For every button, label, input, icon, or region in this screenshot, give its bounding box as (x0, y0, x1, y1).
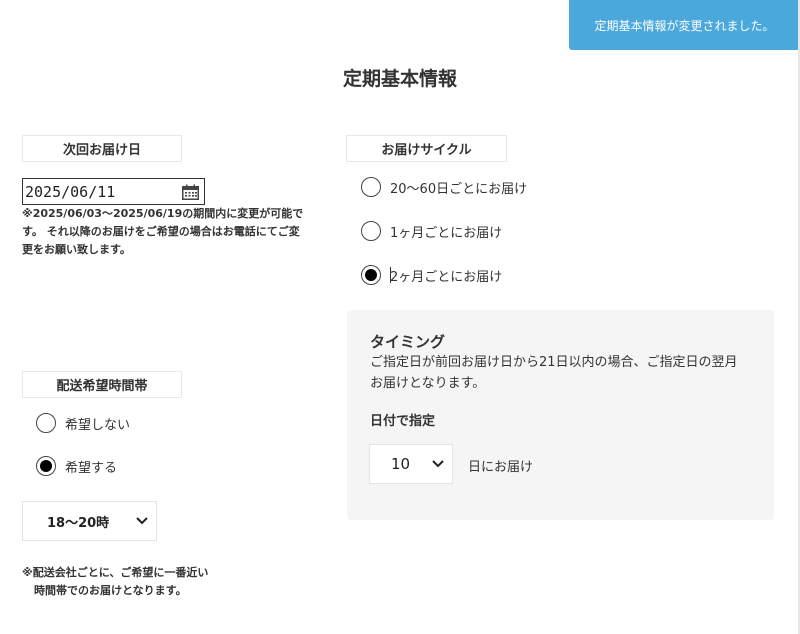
next-delivery-note: ※2025/06/03～2025/06/19の期間内に変更が可能で す。 それ以… (22, 205, 322, 259)
note-line: 時間帯でのお届けとなります。 (34, 584, 187, 597)
radio-circle[interactable] (361, 177, 381, 197)
radio-circle-selected[interactable] (361, 265, 381, 285)
chevron-down-icon (136, 517, 148, 525)
delivery-day-select[interactable]: 10 (369, 444, 453, 484)
time-option-desired[interactable]: 希望する (36, 456, 117, 476)
delivery-cycle-label-text: お届けサイクル (381, 143, 472, 158)
note-line: す。 それ以降のお届けをご希望の場合はお電話にてご変 (22, 225, 300, 238)
next-delivery-date-input[interactable]: 2025/06/11 (22, 178, 205, 205)
radio-circle-selected[interactable] (36, 456, 56, 476)
delivery-day-value: 10 (391, 455, 411, 473)
cycle-option-label: 2ヶ月ごとにお届け (390, 269, 503, 285)
note-line: ※2025/06/03～2025/06/19の期間内に変更が可能で (22, 207, 304, 220)
delivery-time-select[interactable]: 18～20時 (22, 501, 157, 541)
chevron-down-icon (432, 460, 444, 468)
day-suffix: 日にお届け (468, 460, 534, 475)
note-line: 更をお願い致します。 (22, 243, 131, 256)
cycle-option-1-month[interactable]: 1ヶ月ごとにお届け (361, 221, 502, 241)
delivery-time-note: ※配送会社ごとに、ご希望に一番近い 時間帯でのお届けとなります。 (22, 564, 262, 600)
page-root: 定期基本情報が変更されました。 定期基本情報 次回お届け日 2025/06/11… (0, 0, 800, 634)
radio-circle[interactable] (361, 221, 381, 241)
delivery-time-value: 18～20時 (47, 515, 110, 531)
toast-message: 定期基本情報が変更されました。 (594, 18, 775, 33)
calendar-icon[interactable] (182, 184, 199, 200)
timing-desc-line: お届けとなります。 (370, 376, 486, 391)
time-option-none[interactable]: 希望しない (36, 413, 130, 433)
text-cursor (390, 267, 391, 283)
cycle-option-2-months[interactable]: 2ヶ月ごとにお届け (361, 265, 502, 285)
note-line: ※配送会社ごとに、ご希望に一番近い (22, 566, 209, 579)
radio-circle[interactable] (36, 413, 56, 433)
next-delivery-label: 次回お届け日 (22, 135, 182, 162)
timing-desc-line: ご指定日が前回お届け日から21日以内の場合、ご指定日の翌月 (370, 355, 738, 370)
next-delivery-label-text: 次回お届け日 (62, 143, 141, 158)
page-title: 定期基本情報 (342, 68, 457, 90)
cycle-option-20-60-days[interactable]: 20～60日ごとにお届け (361, 177, 527, 197)
date-spec-label: 日付で指定 (370, 414, 436, 429)
cycle-option-label: 1ヶ月ごとにお届け (390, 225, 503, 241)
time-option-label: 希望する (65, 460, 118, 476)
timing-description: ご指定日が前回お届け日から21日以内の場合、ご指定日の翌月 お届けとなります。 (370, 352, 765, 394)
time-option-label: 希望しない (65, 417, 131, 433)
delivery-time-label: 配送希望時間帯 (22, 371, 182, 398)
success-toast: 定期基本情報が変更されました。 (569, 0, 800, 50)
delivery-cycle-label: お届けサイクル (346, 135, 507, 162)
delivery-time-label-text: 配送希望時間帯 (56, 379, 148, 394)
timing-title: タイミング (370, 333, 446, 351)
cycle-option-label: 20～60日ごとにお届け (390, 181, 528, 197)
next-delivery-date-value: 2025/06/11 (25, 182, 116, 201)
